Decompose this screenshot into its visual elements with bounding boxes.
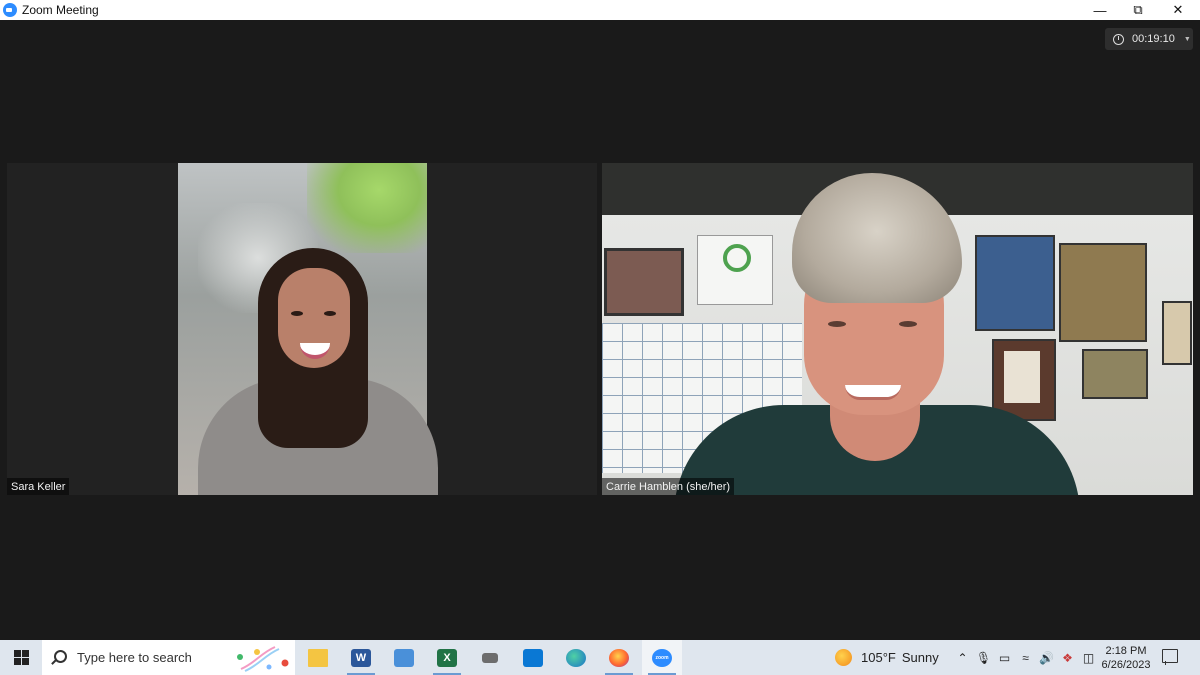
start-button[interactable] — [0, 640, 42, 675]
taskbar-zoom[interactable]: zoom — [642, 640, 682, 675]
search-highlight-icon — [237, 646, 289, 672]
system-tray: ⌃ 🎙 ▭ ≈ 🔊 ❖ ◫ — [952, 640, 1099, 675]
windows-logo-icon — [13, 650, 29, 665]
taskbar-edge[interactable] — [556, 640, 596, 675]
meeting-timer[interactable]: 00:19:10 ▼ — [1105, 28, 1193, 50]
search-icon — [54, 650, 67, 663]
close-icon[interactable]: ✕ — [1156, 0, 1200, 20]
outlook-icon — [523, 648, 543, 667]
zoom-logo-icon — [3, 3, 17, 17]
taskbar-clock[interactable]: 2:18 PM 6/26/2023 — [1096, 642, 1156, 674]
video-tile-sara[interactable]: Sara Keller — [7, 163, 597, 495]
participant-video — [602, 163, 1193, 495]
word-icon: W — [351, 648, 371, 667]
remote-desktop-icon — [394, 648, 414, 667]
window-title: Zoom Meeting — [22, 3, 99, 17]
participant-name-label: Carrie Hamblen (she/her) — [602, 478, 735, 495]
taskbar-word[interactable]: W — [341, 640, 381, 675]
taskbar-outlook[interactable] — [513, 640, 553, 675]
restore-icon[interactable]: ⧉ — [1116, 0, 1160, 20]
taskbar-remote-desktop[interactable] — [384, 640, 424, 675]
clock-icon — [1113, 33, 1124, 45]
search-placeholder: Type here to search — [77, 650, 192, 665]
snipping-tool-icon — [482, 652, 498, 663]
taskbar-firefox[interactable] — [599, 640, 639, 675]
meeting-area: 00:19:10 ▼ Sara Keller Carrie Hamblen (s… — [0, 20, 1200, 640]
taskbar-search[interactable]: Type here to search — [42, 640, 295, 675]
participant-video — [178, 163, 438, 495]
sun-icon — [835, 649, 852, 666]
weather-temperature: 105°F — [861, 650, 896, 665]
edge-icon — [566, 648, 586, 667]
taskbar-excel[interactable]: X — [427, 640, 467, 675]
clock-date: 6/26/2023 — [1101, 659, 1151, 671]
notification-icon[interactable] — [1162, 649, 1178, 665]
zoom-icon: zoom — [652, 648, 672, 667]
volume-icon[interactable]: 🔊 — [1036, 651, 1057, 665]
file-explorer-icon — [308, 648, 328, 667]
weather-widget[interactable]: 105°F Sunny — [835, 640, 939, 675]
video-tile-carrie[interactable]: Carrie Hamblen (she/her) — [602, 163, 1193, 495]
microphone-icon[interactable]: 🎙 — [973, 651, 994, 665]
wifi-icon[interactable]: ≈ — [1015, 651, 1036, 665]
firefox-icon — [609, 648, 629, 667]
chevron-down-icon: ▼ — [1183, 35, 1191, 43]
dropbox-icon[interactable]: ❖ — [1057, 651, 1078, 665]
taskbar-file-explorer[interactable] — [298, 640, 338, 675]
battery-icon[interactable]: ▭ — [994, 651, 1015, 665]
weather-condition: Sunny — [901, 650, 939, 665]
excel-icon: X — [437, 648, 457, 667]
clock-time: 2:18 PM — [1105, 645, 1147, 657]
title-bar: Zoom Meeting — ⧉ ✕ — [0, 0, 1200, 20]
chevron-up-icon[interactable]: ⌃ — [952, 651, 973, 665]
timer-value: 00:19:10 — [1132, 33, 1175, 45]
taskbar-snipping-tool[interactable] — [470, 640, 510, 675]
taskbar: Type here to search W X zoom 105°F Sunny… — [0, 640, 1200, 675]
participant-name-label: Sara Keller — [7, 478, 70, 495]
